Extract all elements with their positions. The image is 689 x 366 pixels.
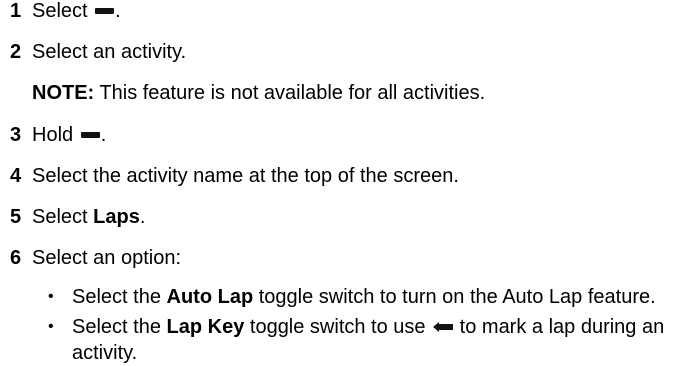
step-number: 6 (10, 247, 22, 269)
step-bold-term: Laps (93, 206, 140, 228)
step-1: 1 Select . (10, 0, 121, 23)
note-label: NOTE: (32, 82, 95, 104)
back-button-icon (433, 321, 454, 332)
step-text: Select the activity name at the top of t… (32, 165, 459, 187)
option-text-start: Select the (72, 286, 167, 308)
option-text-mid: toggle switch to use (244, 316, 432, 338)
step-number: 1 (10, 0, 22, 22)
option-text: Select the Auto Lap toggle switch to tur… (72, 284, 689, 310)
step-6: 6 Select an option: (10, 246, 181, 270)
option-bold-term: Auto Lap (166, 286, 254, 308)
step-text: Select (32, 0, 94, 22)
bullet: • (48, 318, 54, 335)
bullet: • (48, 288, 54, 305)
step-2: 2 Select an activity. (10, 40, 186, 64)
step-text: Hold (32, 124, 79, 146)
note: NOTE: This feature is not available for … (32, 81, 485, 105)
step-number: 5 (10, 206, 22, 228)
step-3: 3 Hold . (10, 123, 106, 147)
step-number: 3 (10, 124, 22, 146)
step-4: 4 Select the activity name at the top of … (10, 164, 459, 188)
step-5: 5 Select Laps. (10, 205, 145, 229)
menu-button-icon (80, 131, 100, 139)
step-text-end: . (115, 0, 121, 22)
step-number: 4 (10, 165, 22, 187)
option-text: Select the Lap Key toggle switch to use … (72, 314, 689, 366)
option-text-end: toggle switch to turn on the Auto Lap fe… (253, 286, 656, 308)
menu-button-icon (95, 7, 115, 15)
step-text: Select (32, 206, 94, 228)
step-text: Select an activity. (32, 41, 187, 63)
step-text-end: . (100, 124, 107, 146)
option-text-start: Select the (72, 316, 167, 338)
option-bold-term: Lap Key (166, 316, 245, 338)
step-text-end: . (139, 206, 146, 228)
step-number: 2 (10, 41, 22, 63)
step-text: Select an option: (32, 247, 181, 269)
note-text: This feature is not available for all ac… (94, 82, 486, 104)
